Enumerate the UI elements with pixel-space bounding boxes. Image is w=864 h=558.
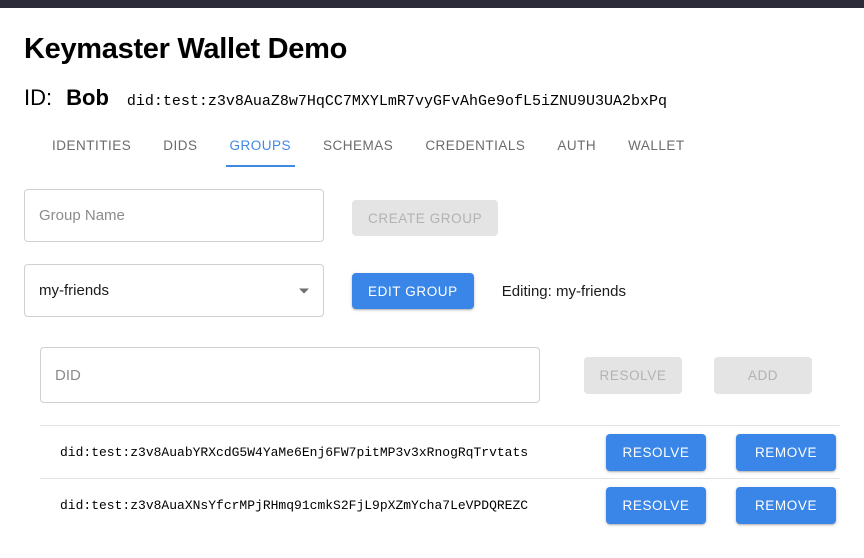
add-member-actions: RESOLVE ADD (584, 356, 812, 394)
member-actions: RESOLVE REMOVE (606, 433, 840, 471)
edit-group-button[interactable]: EDIT GROUP (352, 273, 474, 309)
create-group-button[interactable]: CREATE GROUP (352, 200, 499, 236)
add-did-button[interactable]: ADD (714, 356, 812, 394)
chevron-down-icon (299, 288, 309, 293)
create-group-button-wrap: CREATE GROUP (352, 200, 499, 236)
tab-identities[interactable]: IDENTITIES (36, 138, 147, 167)
did-input-placeholder: DID (55, 366, 81, 384)
identity-name: Bob (66, 85, 109, 110)
identity-row: ID: Bob did:test:z3v8AuaZ8w7HqCC7MXYLmR7… (24, 85, 840, 113)
create-group-row: Group Name CREATE GROUP (24, 189, 840, 242)
table-row: did:test:z3v8AuabYRXcdG5W4YaMe6Enj6FW7pi… (40, 426, 840, 478)
tab-bar: IDENTITIES DIDS GROUPS SCHEMAS CREDENTIA… (24, 127, 840, 167)
tab-auth[interactable]: AUTH (541, 138, 612, 167)
group-select-value: my-friends (39, 282, 110, 299)
tab-groups[interactable]: GROUPS (214, 138, 308, 167)
tab-wallet[interactable]: WALLET (612, 138, 701, 167)
group-name-input[interactable]: Group Name (24, 189, 324, 242)
page-container: Keymaster Wallet Demo ID: Bob did:test:z… (0, 32, 864, 531)
identity-label: ID: (24, 85, 53, 110)
editing-status-label: Editing: my-friends (501, 282, 626, 300)
edit-group-row: my-friends EDIT GROUP Editing: my-friend… (24, 264, 840, 317)
table-row: did:test:z3v8AuaXNsYfcrMPjRHmq91cmkS2FjL… (40, 479, 840, 531)
identity-did: did:test:z3v8AuaZ8w7HqCC7MXYLmR7vyGFvAhG… (126, 93, 667, 110)
member-remove-button[interactable]: REMOVE (736, 433, 836, 471)
window-top-bar (0, 0, 864, 8)
tab-dids[interactable]: DIDS (147, 138, 213, 167)
resolve-did-button[interactable]: RESOLVE (584, 356, 682, 394)
did-input[interactable]: DID (40, 347, 540, 403)
group-select[interactable]: my-friends (24, 264, 324, 317)
page-title: Keymaster Wallet Demo (24, 33, 348, 65)
member-did: did:test:z3v8AuabYRXcdG5W4YaMe6Enj6FW7pi… (60, 444, 529, 460)
member-actions: RESOLVE REMOVE (606, 486, 840, 524)
edit-group-button-wrap: EDIT GROUP Editing: my-friends (352, 273, 626, 309)
member-resolve-button[interactable]: RESOLVE (606, 486, 706, 524)
group-name-placeholder: Group Name (39, 207, 125, 224)
tab-schemas[interactable]: SCHEMAS (307, 138, 409, 167)
member-resolve-button[interactable]: RESOLVE (606, 433, 706, 471)
member-remove-button[interactable]: REMOVE (736, 486, 836, 524)
add-member-row: DID RESOLVE ADD (24, 347, 840, 403)
member-did: did:test:z3v8AuaXNsYfcrMPjRHmq91cmkS2FjL… (60, 497, 529, 513)
tab-credentials[interactable]: CREDENTIALS (409, 138, 541, 167)
